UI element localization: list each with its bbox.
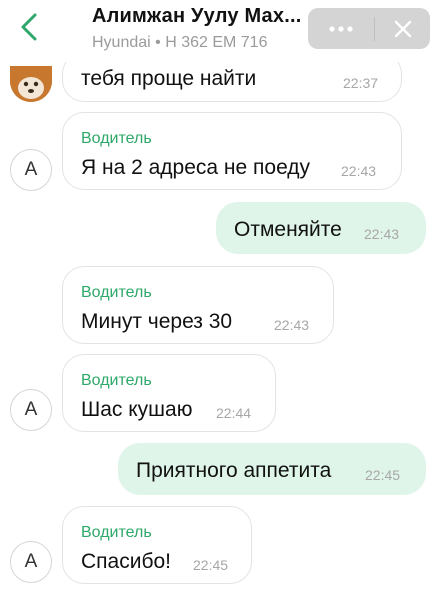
header-actions [308, 8, 430, 49]
sender-name: Водитель [81, 284, 152, 301]
message-time: 22:37 [343, 75, 379, 91]
avatar[interactable]: А [10, 149, 52, 191]
message-text: Спасибо! [81, 550, 171, 573]
message-time: 22:45 [365, 467, 401, 483]
message-bubble[interactable]: Водитель Минут через 30 22:43 [62, 266, 334, 344]
chevron-left-icon [21, 13, 37, 41]
fox-avatar-icon [10, 66, 52, 102]
message-text: Минут через 30 [81, 310, 233, 333]
more-button[interactable] [308, 8, 374, 49]
message-time: 22:43 [364, 226, 400, 242]
message-time: 22:43 [341, 163, 377, 179]
message-text: Отменяйте [234, 218, 342, 241]
avatar-photo[interactable] [10, 66, 52, 102]
close-button[interactable] [375, 8, 430, 49]
avatar[interactable]: А [10, 389, 52, 431]
message-bubble[interactable]: Отменяйте 22:43 [216, 202, 426, 254]
message-text: тебя проще найти [81, 67, 257, 90]
avatar[interactable]: А [10, 541, 52, 583]
message-time: 22:45 [193, 557, 229, 573]
sender-name: Водитель [81, 372, 152, 389]
more-horizontal-icon [329, 25, 353, 32]
message-time: 22:44 [216, 405, 252, 421]
message-text: Я на 2 адреса не поеду [81, 156, 311, 179]
message-bubble[interactable]: Приятного аппетита 22:45 [118, 443, 426, 495]
chat-subtitle: Hyundai • Н 362 ЕМ 716 [92, 34, 268, 51]
chat-header: Алимжан Уулу Мах... Hyundai • Н 362 ЕМ 7… [0, 0, 438, 62]
message-bubble[interactable]: Водитель Я на 2 адреса не поеду 22:43 [62, 112, 402, 190]
close-icon [394, 20, 411, 37]
message-text: Приятного аппетита [136, 459, 332, 482]
message-time: 22:43 [274, 317, 310, 333]
message-bubble[interactable]: Водитель Спасибо! 22:45 [62, 506, 252, 584]
back-button[interactable] [14, 10, 44, 44]
sender-name: Водитель [81, 524, 152, 541]
chat-title[interactable]: Алимжан Уулу Мах... [92, 5, 301, 28]
message-text: Шас кушаю [81, 398, 193, 421]
sender-name: Водитель [81, 130, 152, 147]
message-bubble[interactable]: Водитель Шас кушаю 22:44 [62, 354, 276, 432]
